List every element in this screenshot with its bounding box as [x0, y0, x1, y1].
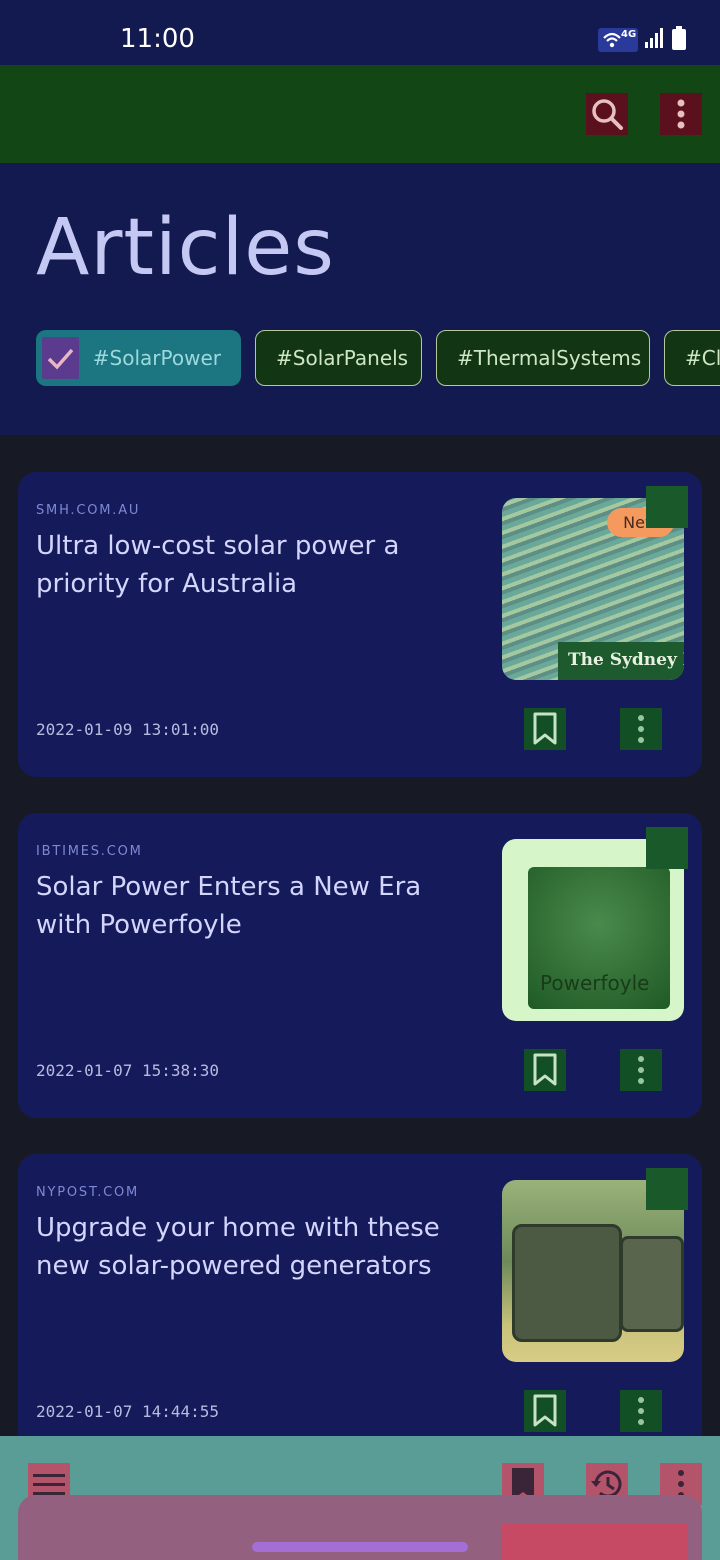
wifi-icon: 4G [598, 28, 638, 52]
article-more-button[interactable] [620, 708, 662, 750]
thumbnail-marker [646, 486, 688, 528]
search-icon [592, 99, 623, 130]
chip-label: #Cli [685, 346, 720, 370]
article-more-button[interactable] [620, 1049, 662, 1091]
article-date: 2022-01-07 15:38:30 [36, 1061, 220, 1080]
bookmark-button[interactable] [524, 1390, 566, 1432]
filter-chip-thermalsystems[interactable]: #ThermalSystems [436, 330, 650, 386]
article-date: 2022-01-09 13:01:00 [36, 720, 220, 739]
status-bar: 11:00 4G [0, 0, 720, 65]
chip-label: #ThermalSystems [457, 346, 642, 370]
header: Articles #SolarPower #SolarPanels #Therm… [0, 163, 720, 435]
article-card[interactable]: NYPOST.COM Upgrade your home with these … [18, 1154, 702, 1459]
more-vert-icon [638, 1397, 644, 1425]
article-source: NYPOST.COM [36, 1185, 140, 1200]
thumbnail-caption: The Sydney Morn [568, 650, 684, 670]
article-card[interactable]: SMH.COM.AU Ultra low-cost solar power a … [18, 472, 702, 777]
check-icon [42, 337, 79, 379]
filter-chip-solarpanels[interactable]: #SolarPanels [255, 330, 422, 386]
battery-icon [672, 26, 686, 54]
article-card[interactable]: IBTIMES.COM Solar Power Enters a New Era… [18, 813, 702, 1118]
thumbnail-caption: Powerfoyle [540, 971, 650, 995]
cellular-signal-icon [644, 27, 666, 53]
thumbnail-marker [646, 827, 688, 869]
search-button[interactable] [586, 93, 628, 135]
status-time: 11:00 [120, 24, 195, 54]
generator-image [512, 1224, 622, 1342]
thumbnail-marker [646, 1168, 688, 1210]
chip-label: #SolarPower [92, 346, 221, 370]
bookmark-outline-icon [533, 1394, 557, 1427]
page-title: Articles [36, 203, 335, 293]
article-source: IBTIMES.COM [36, 844, 143, 859]
more-vert-icon [677, 99, 685, 129]
overlay-block [502, 1523, 688, 1560]
gesture-nav-handle[interactable] [252, 1542, 468, 1552]
article-source: SMH.COM.AU [36, 503, 141, 518]
bookmark-button[interactable] [524, 1049, 566, 1091]
generator-image-2 [620, 1236, 684, 1332]
chip-label: #SolarPanels [276, 346, 409, 370]
bookmark-outline-icon [533, 712, 557, 745]
status-icons: 4G [598, 26, 686, 54]
bookmark-button[interactable] [524, 708, 566, 750]
bookmark-outline-icon [533, 1053, 557, 1086]
filter-chip-partial[interactable]: #Cli [664, 330, 720, 386]
article-title: Upgrade your home with these new solar-p… [36, 1213, 440, 1281]
overflow-menu-button[interactable] [660, 93, 702, 135]
menu-icon [33, 1474, 65, 1495]
thumbnail-caption-bar: The Sydney Morn [558, 642, 684, 680]
top-toolbar [0, 65, 720, 163]
more-vert-icon [638, 1056, 644, 1084]
network-type-label: 4G [621, 29, 637, 40]
filter-chip-solarpower[interactable]: #SolarPower [36, 330, 241, 386]
article-more-button[interactable] [620, 1390, 662, 1432]
article-date: 2022-01-07 14:44:55 [36, 1402, 220, 1421]
article-title: Ultra low-cost solar power a priority fo… [36, 531, 400, 599]
more-vert-icon [638, 715, 644, 743]
article-title: Solar Power Enters a New Era with Powerf… [36, 872, 422, 940]
